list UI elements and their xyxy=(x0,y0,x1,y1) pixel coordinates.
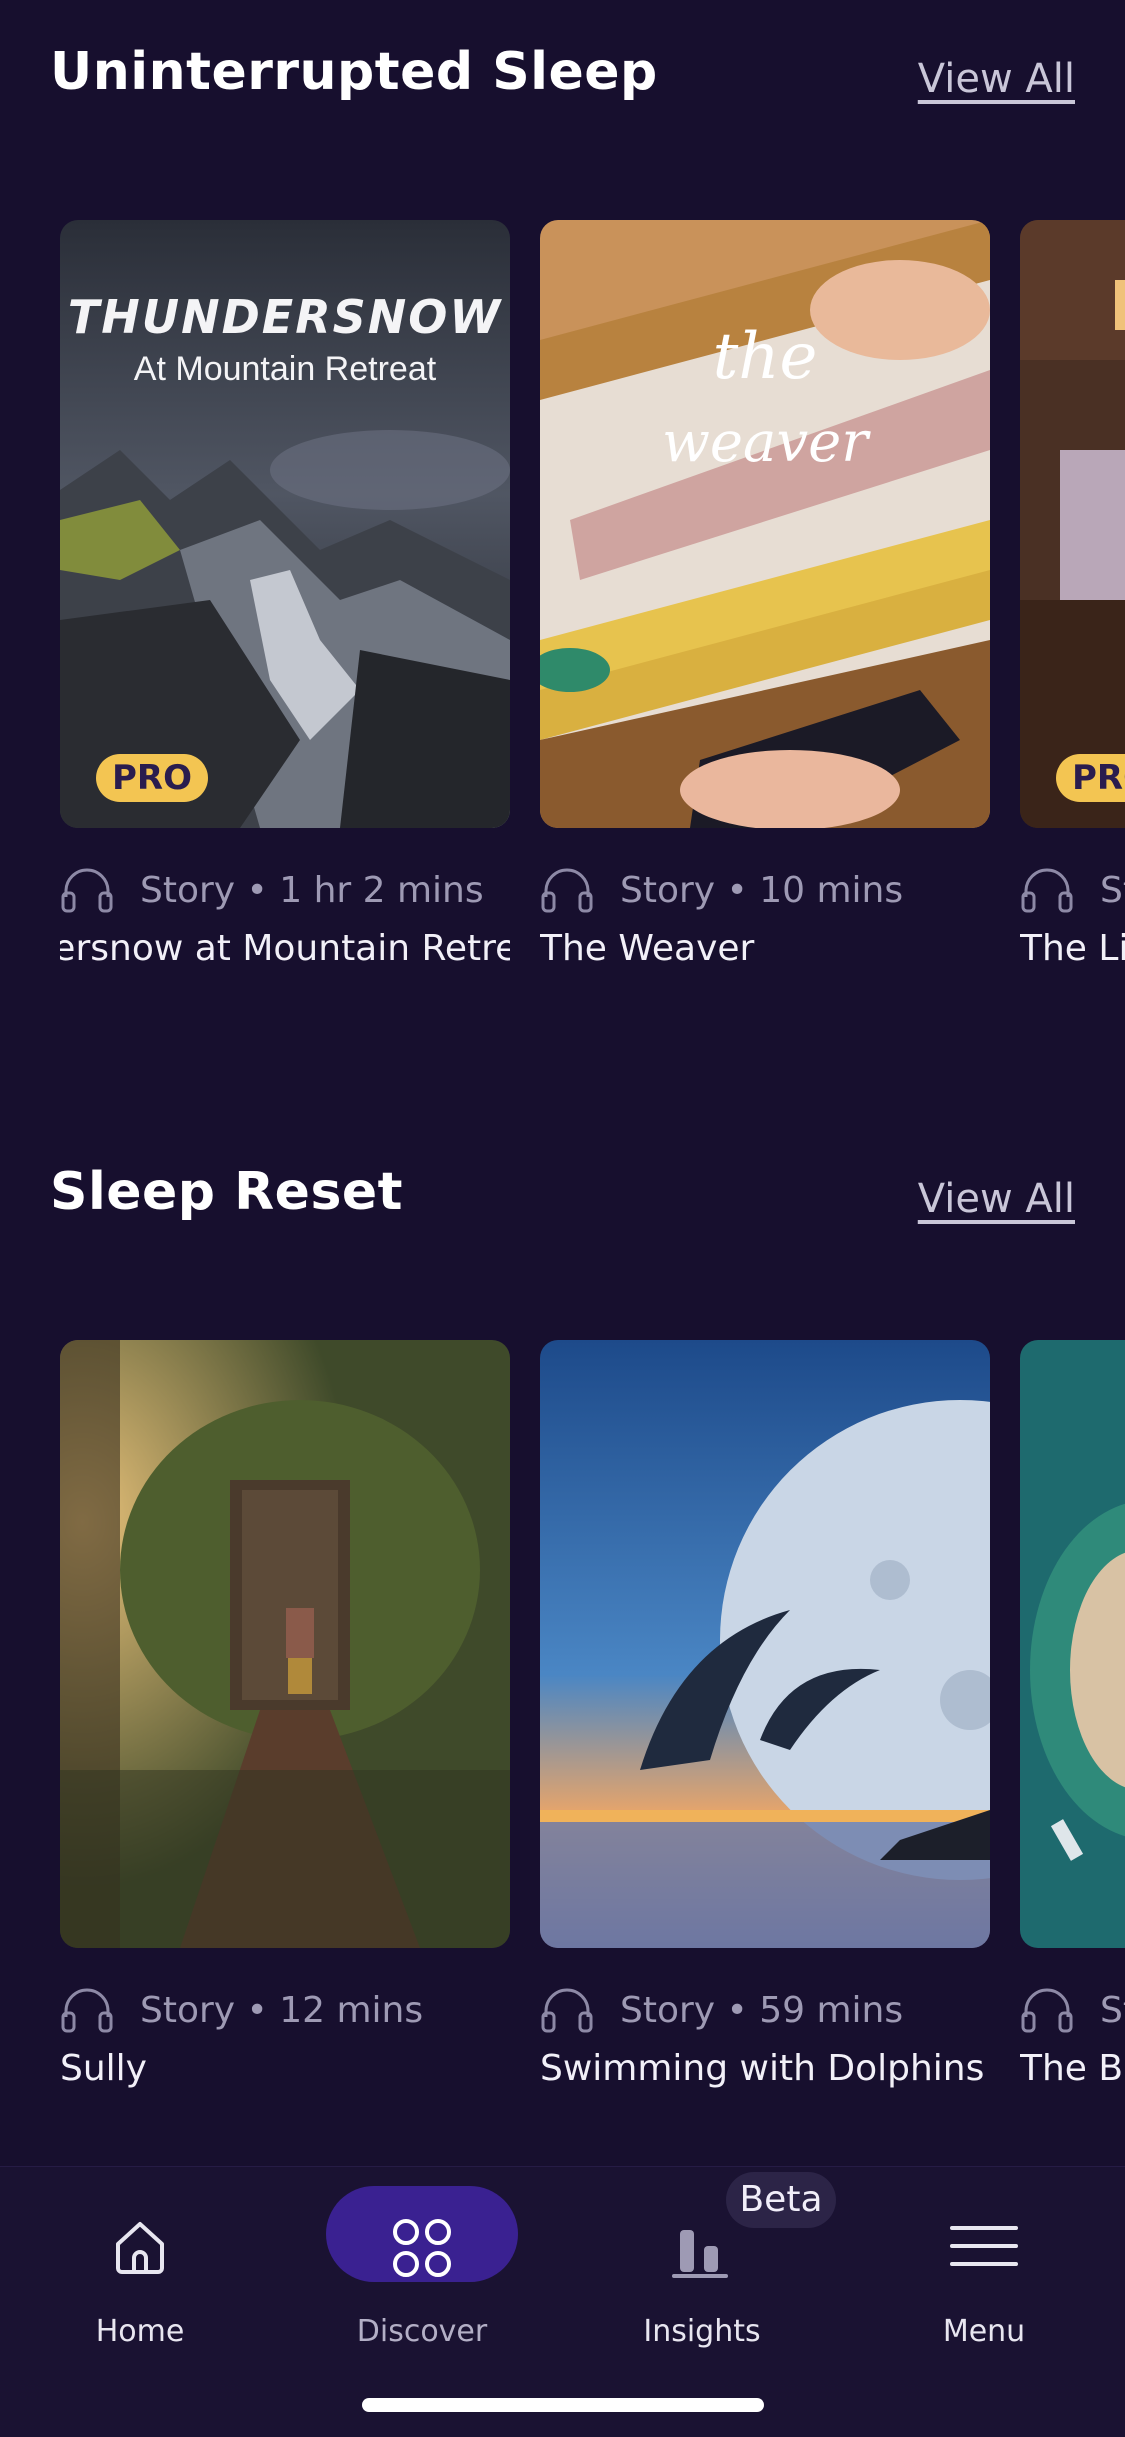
story-card[interactable]: St The Bo xyxy=(1020,1340,1125,2089)
story-title: The Bo xyxy=(1020,2048,1125,2089)
story-meta: Story • 59 mins xyxy=(540,1980,903,2040)
weaving-loom-art xyxy=(540,220,990,828)
art-title: the xyxy=(712,320,818,394)
tab-insights-label: Insights xyxy=(643,2314,761,2349)
story-thumbnail[interactable]: PRO xyxy=(1020,220,1125,828)
story-meta: St xyxy=(1020,860,1125,920)
headphones-icon xyxy=(1021,868,1073,913)
tab-home-label: Home xyxy=(95,2314,185,2349)
story-title: Thundersnow at Mountain Retreat xyxy=(60,928,510,969)
story-meta-text: St xyxy=(1100,869,1125,911)
tab-menu-label: Menu xyxy=(942,2314,1026,2349)
section-title-sleep-reset: Sleep Reset xyxy=(50,1162,404,1222)
section-title-uninterrupted-sleep: Uninterrupted Sleep xyxy=(50,42,658,102)
story-thumbnail[interactable] xyxy=(540,1340,990,1948)
story-title: Sully xyxy=(60,2048,147,2089)
view-all-link[interactable]: View All xyxy=(918,1176,1075,1222)
story-card[interactable]: the weaver Story • 10 mins The Weaver xyxy=(540,220,990,969)
tab-menu[interactable]: Menu xyxy=(874,2196,1094,2356)
home-indicator[interactable] xyxy=(362,2398,764,2412)
story-meta-text: Story • 59 mins xyxy=(620,1989,904,2031)
story-meta-text: Story • 1 hr 2 mins xyxy=(140,869,484,911)
home-icon xyxy=(116,2222,164,2274)
pro-badge: PRO xyxy=(1056,754,1125,802)
pro-badge: PRO xyxy=(96,754,209,802)
card-row-sleep-reset[interactable]: Story • 12 mins Sully Story • 59 mins Sw… xyxy=(0,1340,1125,2120)
story-card[interactable]: Story • 59 mins Swimming with Dolphins xyxy=(540,1340,990,2089)
dolphins-moon-art xyxy=(540,1340,990,1948)
headphones-icon xyxy=(61,1988,113,2033)
tab-home[interactable]: Home xyxy=(30,2196,250,2356)
beta-badge: Beta xyxy=(726,2172,836,2228)
story-title: Swimming with Dolphins xyxy=(540,2048,985,2089)
library-art xyxy=(1020,220,1125,828)
tab-discover-label: Discover xyxy=(356,2314,488,2349)
story-thumbnail[interactable]: the weaver xyxy=(540,220,990,828)
art-subtitle: weaver xyxy=(661,410,868,475)
story-title: The Li xyxy=(1020,928,1125,969)
headphones-icon xyxy=(541,868,593,913)
headphones-icon xyxy=(61,868,113,913)
discover-icon xyxy=(393,2219,451,2277)
headphones-icon xyxy=(541,1988,593,2033)
story-thumbnail[interactable] xyxy=(60,1340,510,1948)
view-all-link[interactable]: View All xyxy=(918,56,1075,102)
art-subtitle: At Mountain Retreat xyxy=(133,350,437,388)
story-meta-text: Story • 10 mins xyxy=(620,869,904,911)
headphones-icon xyxy=(1021,1988,1073,2033)
story-meta: Story • 1 hr 2 mins xyxy=(60,860,484,920)
insights-icon xyxy=(672,2230,728,2278)
story-meta: Story • 12 mins xyxy=(60,1980,423,2040)
story-meta: St xyxy=(1020,1980,1125,2040)
island-aerial-art xyxy=(1020,1340,1125,1948)
art-title: THUNDERSNOW xyxy=(67,290,503,344)
card-row-uninterrupted-sleep[interactable]: THUNDERSNOW At Mountain Retreat PRO Stor… xyxy=(0,220,1125,1000)
forest-door-art xyxy=(60,1340,510,1948)
story-meta-text: Story • 12 mins xyxy=(140,1989,424,2031)
tab-discover[interactable]: Discover xyxy=(312,2196,532,2356)
story-card[interactable]: Story • 12 mins Sully xyxy=(60,1340,510,2089)
story-thumbnail[interactable] xyxy=(1020,1340,1125,1948)
story-card[interactable]: PRO St The Li xyxy=(1020,220,1125,969)
story-card[interactable]: THUNDERSNOW At Mountain Retreat PRO Stor… xyxy=(60,220,510,969)
menu-icon xyxy=(950,2226,1018,2266)
story-meta: Story • 10 mins xyxy=(540,860,903,920)
story-meta-text: St xyxy=(1100,1989,1125,2031)
story-thumbnail[interactable]: THUNDERSNOW At Mountain Retreat PRO xyxy=(60,220,510,828)
story-title: The Weaver xyxy=(540,928,755,969)
